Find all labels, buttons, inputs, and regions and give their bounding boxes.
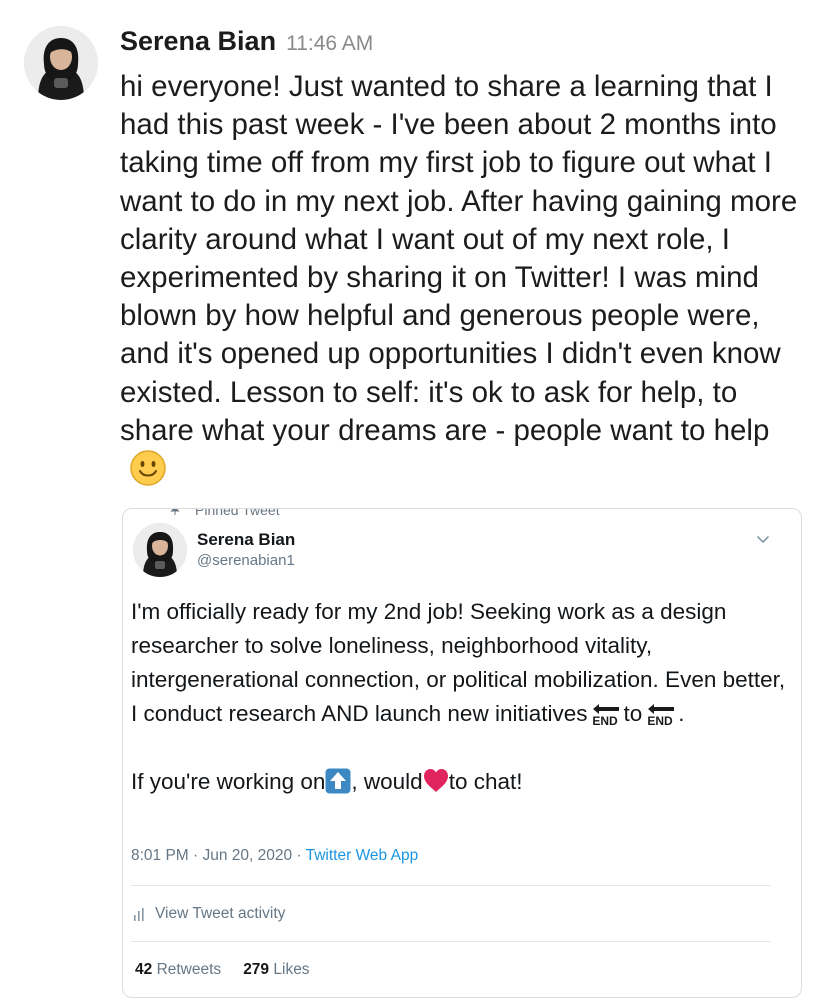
tweet-datetime[interactable]: 8:01 PM · Jun 20, 2020 · — [131, 847, 306, 864]
divider — [131, 941, 771, 942]
message-text: hi everyone! Just wanted to share a lear… — [120, 70, 798, 447]
activity-chart-icon — [134, 908, 144, 921]
message-header: Serena Bian 11:46 AM — [120, 26, 373, 62]
tweet-paragraph-1: I'm officially ready for my 2nd job! See… — [131, 595, 791, 731]
end-arrow-label: END — [648, 714, 674, 727]
pinned-indicator: Pinned Tweet — [169, 508, 280, 518]
pinned-label: Pinned Tweet — [195, 508, 280, 518]
tweet-para1-to: to — [623, 701, 643, 726]
slack-message: Serena Bian 11:46 AM hi everyone! Just w… — [0, 0, 828, 1008]
likes-label: Likes — [273, 961, 310, 978]
tweet-avatar-photo — [133, 523, 187, 577]
end-arrow-icon: END — [593, 704, 620, 727]
tweet-author-name[interactable]: Serena Bian — [197, 530, 295, 550]
message-timestamp[interactable]: 11:46 AM — [286, 32, 373, 56]
tweet-source-link[interactable]: Twitter Web App — [306, 847, 419, 864]
tweet-stats: 42 Retweets 279 Likes — [135, 961, 310, 979]
tweet-para1-end: . — [678, 701, 685, 726]
avatar[interactable] — [24, 26, 98, 100]
view-tweet-activity-label: View Tweet activity — [155, 905, 286, 922]
tweet-para1-text: I'm officially ready for my 2nd job! See… — [131, 599, 786, 726]
view-tweet-activity-link[interactable]: View Tweet activity — [133, 905, 285, 923]
retweets-count: 42 — [135, 961, 153, 978]
likes-stat[interactable]: 279 Likes — [243, 961, 309, 978]
chevron-down-icon[interactable] — [755, 531, 771, 547]
red-heart-icon — [423, 769, 448, 792]
retweets-stat[interactable]: 42 Retweets — [135, 961, 221, 978]
up-button-icon — [325, 768, 351, 794]
divider — [131, 885, 771, 886]
tweet-avatar[interactable] — [133, 523, 187, 577]
tweet-screenshot[interactable]: Pinned Tweet Serena Bian @serenabian1 I'… — [122, 508, 802, 998]
retweets-label: Retweets — [156, 961, 222, 978]
tweet-author-handle[interactable]: @serenabian1 — [197, 552, 295, 569]
tweet-meta: 8:01 PM · Jun 20, 2020 · Twitter Web App — [131, 847, 418, 865]
tweet-para2-end: to chat! — [448, 769, 523, 794]
slightly-smiling-face-icon — [130, 450, 166, 496]
avatar-photo — [24, 26, 98, 100]
tweet-para2-mid: , would — [351, 769, 423, 794]
tweet-paragraph-2: If you're working on , would to chat! — [131, 765, 791, 799]
tweet-para2-start: If you're working on — [131, 769, 326, 794]
end-arrow-label: END — [593, 714, 619, 727]
message-body: hi everyone! Just wanted to share a lear… — [120, 68, 810, 496]
pin-icon — [170, 509, 180, 515]
tweet-body: I'm officially ready for my 2nd job! See… — [131, 595, 791, 799]
likes-count: 279 — [243, 961, 270, 978]
author-name[interactable]: Serena Bian — [120, 26, 276, 57]
end-arrow-icon: END — [648, 704, 675, 727]
